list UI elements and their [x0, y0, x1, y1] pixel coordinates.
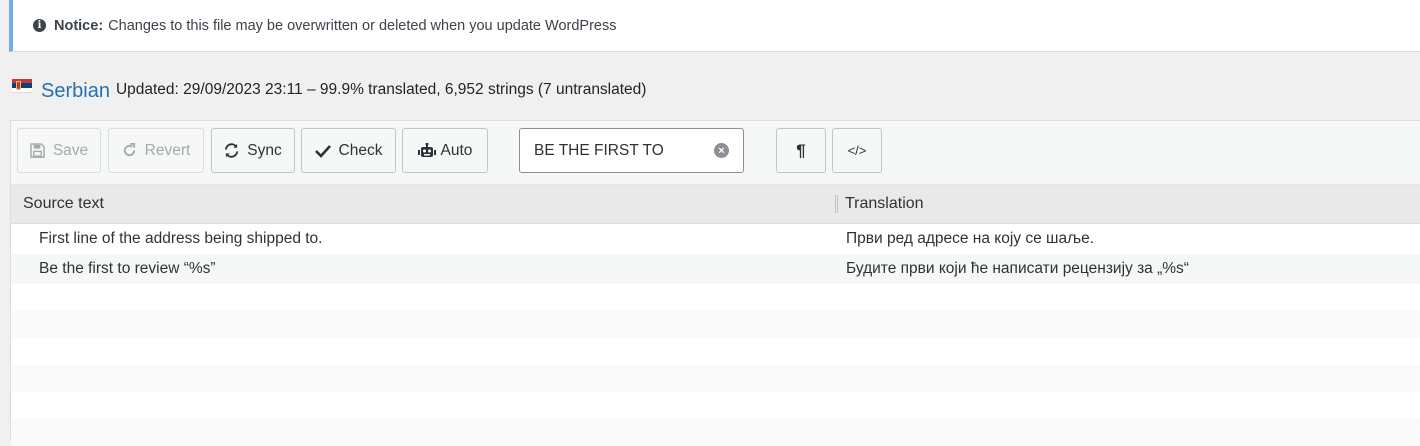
floppy-disk-icon [30, 143, 45, 158]
translation-editor: Save Revert Sync Check Auto BE THE FIRST… [10, 120, 1420, 446]
clear-search-icon[interactable]: × [714, 143, 729, 158]
column-header-translation[interactable]: Translation [845, 195, 924, 213]
search-input-value: BE THE FIRST TO [534, 141, 664, 159]
column-header-source[interactable]: Source text [23, 195, 104, 213]
editor-toolbar: Save Revert Sync Check Auto BE THE FIRST… [11, 121, 1420, 185]
language-header: Serbian Updated: 29/09/2023 23:11 – 99.9… [12, 78, 646, 102]
revert-button[interactable]: Revert [108, 128, 204, 173]
notice-text: Changes to this file may be overwritten … [108, 17, 617, 34]
sync-icon [224, 143, 239, 158]
checkmark-icon [314, 144, 331, 158]
toggle-invisibles-button[interactable]: ¶ [776, 128, 826, 173]
code-icon: </> [847, 143, 867, 158]
check-button-label: Check [338, 141, 383, 159]
auto-translate-button[interactable]: Auto [402, 128, 488, 173]
info-icon: i [33, 19, 46, 32]
language-meta: Updated: 29/09/2023 23:11 – 99.9% transl… [115, 81, 647, 98]
serbia-flag-icon [12, 79, 32, 93]
translation-cell: Први ред адресе на коју се шаље. [846, 230, 1095, 247]
check-button[interactable]: Check [301, 128, 396, 173]
save-button-label: Save [52, 141, 89, 159]
toggle-code-view-button[interactable]: </> [832, 128, 882, 173]
column-resize-handle[interactable] [835, 195, 838, 213]
language-name-link[interactable]: Serbian [41, 80, 110, 103]
source-cell: First line of the address being shipped … [39, 230, 323, 247]
empty-row [11, 338, 1420, 365]
empty-row [11, 284, 1420, 311]
string-list: First line of the address being shipped … [11, 224, 1420, 446]
undo-arrow-icon [122, 143, 137, 158]
table-row[interactable]: Be the first to review “%s” Будите први … [11, 254, 1420, 284]
translation-cell: Будите први који ће написати рецензију з… [846, 260, 1189, 277]
sync-button[interactable]: Sync [211, 128, 295, 173]
table-row[interactable]: First line of the address being shipped … [11, 224, 1420, 254]
save-button[interactable]: Save [17, 128, 101, 173]
robot-icon [417, 142, 436, 159]
empty-row [11, 311, 1420, 338]
empty-row [11, 419, 1420, 446]
empty-row [11, 392, 1420, 419]
search-input[interactable]: BE THE FIRST TO × [519, 128, 744, 173]
revert-button-label: Revert [144, 141, 191, 159]
notice-label: Notice: [54, 17, 104, 34]
source-cell: Be the first to review “%s” [39, 260, 216, 277]
wordpress-notice: i Notice: Changes to this file may be ov… [9, 0, 1420, 52]
sync-button-label: Sync [247, 141, 282, 159]
table-header: Source text Translation [11, 185, 1420, 224]
empty-row [11, 365, 1420, 392]
auto-button-label: Auto [440, 141, 473, 159]
pilcrow-icon: ¶ [796, 140, 806, 160]
